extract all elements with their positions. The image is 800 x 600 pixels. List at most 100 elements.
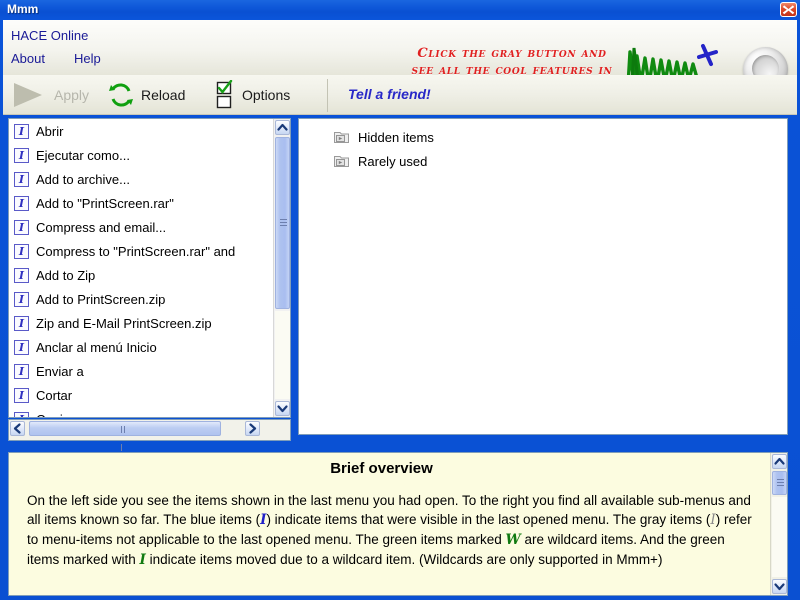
list-item-label: Add to "PrintScreen.rar" bbox=[36, 195, 174, 211]
overview-vertical-scrollbar[interactable] bbox=[770, 453, 787, 595]
blue-i-icon: I bbox=[14, 147, 29, 163]
blue-i-icon: I bbox=[14, 219, 29, 235]
overview-scroll-thumb[interactable] bbox=[772, 471, 787, 495]
link-hace-online[interactable]: HACE Online bbox=[11, 25, 88, 47]
right-submenus-panel: Hidden items Rarely used bbox=[298, 118, 788, 435]
promo-text: Click the gray button and see all the co… bbox=[397, 45, 627, 75]
blue-i-icon: I bbox=[14, 291, 29, 307]
blue-i-icon: I bbox=[14, 171, 29, 187]
options-label: Options bbox=[242, 87, 291, 103]
refresh-arrows-icon bbox=[109, 83, 133, 107]
list-item[interactable]: I Add to PrintScreen.zip bbox=[9, 287, 273, 311]
chevron-up-glyph bbox=[774, 457, 785, 465]
promo-line-2: see all the cool features in bbox=[411, 63, 613, 75]
blue-i-icon: I bbox=[14, 339, 29, 355]
list-item[interactable]: I Anclar al menú Inicio bbox=[9, 335, 273, 359]
list-item-label: Compress to "PrintScreen.rar" and bbox=[36, 243, 236, 259]
list-item[interactable]: I Cortar bbox=[9, 383, 273, 407]
overview-heading: Brief overview bbox=[330, 460, 433, 477]
overview-text: On the left side you see the items shown… bbox=[27, 491, 755, 570]
legend-green-w: W bbox=[505, 532, 521, 548]
close-icon[interactable] bbox=[780, 2, 797, 17]
list-item-label: Rarely used bbox=[358, 153, 428, 169]
chevron-left-glyph bbox=[13, 423, 21, 434]
list-item-label: Add to archive... bbox=[36, 171, 130, 187]
folder-arrow-glyph bbox=[334, 156, 349, 167]
left-scroll-track[interactable] bbox=[275, 311, 290, 399]
link-help[interactable]: Help bbox=[74, 48, 101, 70]
list-item-label: Anclar al menú Inicio bbox=[36, 339, 157, 355]
tell-a-friend-link[interactable]: Tell a friend! bbox=[348, 86, 431, 102]
left-vertical-scrollbar[interactable] bbox=[273, 119, 290, 417]
blue-i-icon: I bbox=[14, 411, 29, 417]
scroll-grip-icon bbox=[121, 426, 129, 451]
blue-i-icon: I bbox=[14, 387, 29, 403]
apply-label: Apply bbox=[54, 87, 90, 103]
checkbox-options-icon bbox=[216, 80, 233, 109]
scroll-left-icon[interactable] bbox=[10, 421, 25, 436]
blue-i-icon: I bbox=[14, 123, 29, 139]
list-item-label: Ejecutar como... bbox=[36, 147, 130, 163]
mmm-plus-logo-icon bbox=[625, 42, 725, 75]
chevron-down-glyph bbox=[774, 583, 785, 591]
left-hscroll-thumb[interactable] bbox=[29, 421, 221, 451]
title-bar: Mmm bbox=[0, 0, 800, 20]
blue-i-icon: I bbox=[14, 195, 29, 211]
chevron-up-glyph bbox=[277, 123, 288, 131]
list-item[interactable]: I Ejecutar como... bbox=[9, 143, 273, 167]
left-items-list[interactable]: I Abrir I Ejecutar como... I Add to archive..… bbox=[9, 119, 273, 417]
list-item[interactable]: I Add to Zip bbox=[9, 263, 273, 287]
list-item[interactable]: I Abrir bbox=[9, 119, 273, 143]
list-item[interactable]: I Compress to "PrintScreen.rar" and bbox=[9, 239, 273, 263]
apply-button[interactable]: Apply bbox=[9, 75, 89, 115]
scroll-down-icon[interactable] bbox=[772, 579, 787, 594]
reload-label: Reload bbox=[141, 87, 186, 103]
list-item-label: Enviar a bbox=[36, 363, 84, 379]
list-item[interactable]: I Add to "PrintScreen.rar" bbox=[9, 191, 273, 215]
list-item-label: Copiar bbox=[36, 412, 74, 418]
scroll-down-icon[interactable] bbox=[275, 401, 290, 416]
list-item[interactable]: Hidden items bbox=[329, 125, 781, 149]
toolbar-separator bbox=[327, 79, 328, 112]
gray-round-button[interactable] bbox=[743, 47, 788, 75]
list-item[interactable]: I Enviar a bbox=[9, 359, 273, 383]
list-item-label: Hidden items bbox=[358, 129, 434, 145]
play-triangle-icon bbox=[14, 83, 42, 107]
toolbar: Apply Reload Options Tell a friend! bbox=[3, 75, 797, 115]
blue-i-icon: I bbox=[14, 315, 29, 331]
blue-i-icon: I bbox=[14, 267, 29, 283]
close-x-glyph bbox=[782, 5, 795, 15]
scroll-up-icon[interactable] bbox=[275, 120, 290, 135]
overview-scroll-track[interactable] bbox=[772, 497, 787, 577]
window-title: Mmm bbox=[7, 2, 39, 16]
list-item-label: Add to PrintScreen.zip bbox=[36, 291, 166, 307]
list-item[interactable]: I Compress and email... bbox=[9, 215, 273, 239]
overview-part-2: ) indicate items that were visible in th… bbox=[266, 512, 711, 527]
brief-overview-panel: Brief overview On the left side you see … bbox=[8, 452, 788, 596]
list-item-label: Abrir bbox=[36, 123, 64, 139]
overview-part-5: indicate items moved due to a wildcard i… bbox=[145, 552, 663, 567]
list-item-label: Zip and E-Mail PrintScreen.zip bbox=[36, 315, 212, 331]
chevron-right-glyph bbox=[249, 423, 257, 434]
left-scroll-thumb[interactable] bbox=[275, 137, 290, 309]
app-window: Mmm HACE Online About Help Click the gra… bbox=[0, 0, 800, 600]
list-item[interactable]: I Copiar bbox=[9, 407, 273, 417]
left-items-panel: I Abrir I Ejecutar como... I Add to archive..… bbox=[8, 118, 291, 418]
scroll-right-icon[interactable] bbox=[245, 421, 260, 436]
options-button[interactable]: Options bbox=[215, 75, 290, 115]
banner-area: HACE Online About Help Click the gray bu… bbox=[3, 20, 797, 75]
submenu-folder-icon bbox=[334, 130, 351, 144]
left-horizontal-scrollbar[interactable] bbox=[8, 419, 291, 451]
link-about[interactable]: About bbox=[11, 48, 45, 70]
blue-i-icon: I bbox=[14, 243, 29, 259]
list-item-label: Compress and email... bbox=[36, 219, 167, 235]
list-item-label: Cortar bbox=[36, 387, 73, 403]
scroll-up-icon[interactable] bbox=[772, 454, 787, 469]
right-items-list[interactable]: Hidden items Rarely used bbox=[329, 125, 781, 434]
reload-button[interactable]: Reload bbox=[108, 75, 185, 115]
list-item[interactable]: Rarely used bbox=[329, 149, 781, 173]
folder-arrow-glyph bbox=[334, 132, 349, 143]
list-item[interactable]: I Zip and E-Mail PrintScreen.zip bbox=[9, 311, 273, 335]
list-item[interactable]: I Add to archive... bbox=[9, 167, 273, 191]
list-item-label: Add to Zip bbox=[36, 267, 96, 283]
